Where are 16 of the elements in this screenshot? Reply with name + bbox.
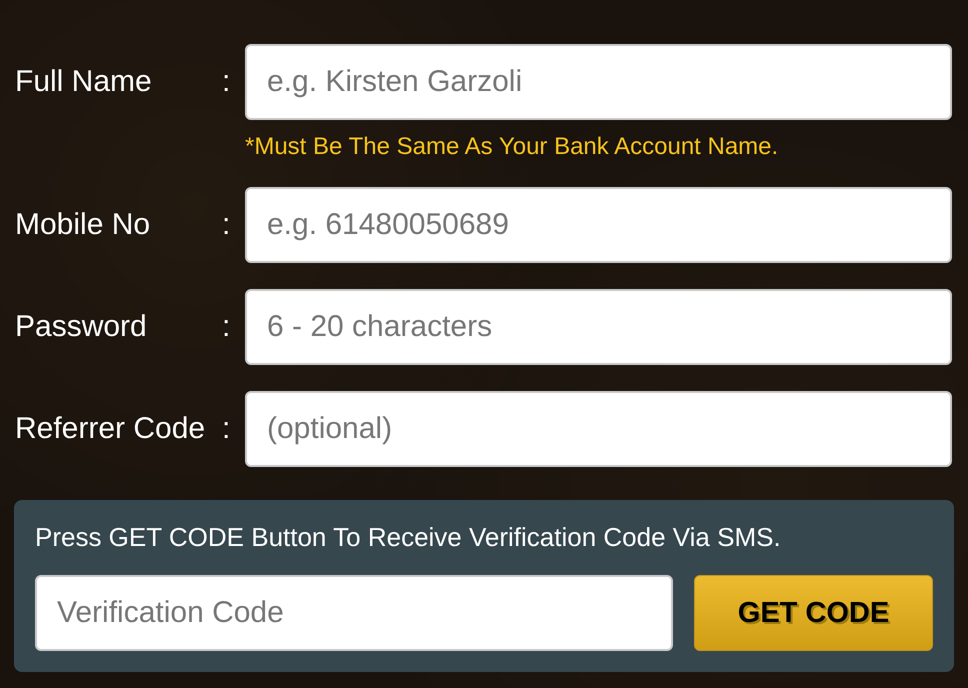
instruction-text: Press GET CODE Button To Receive Verification Code Via SMS. (35, 521, 782, 554)
input-field[interactable]: 6 - 20 characters (245, 289, 952, 365)
get-code-button[interactable]: GET CODE (694, 575, 933, 651)
input-field[interactable]: e.g. Kirsten Garzoli (245, 44, 952, 120)
field-label: Mobile No (15, 207, 152, 243)
label-colon: : (221, 64, 230, 100)
label-colon: : (221, 309, 230, 345)
hint-text: *Must Be The Same As Your Bank Account Name. (245, 133, 780, 161)
verification-code-field[interactable]: Verification Code (35, 575, 673, 651)
field-label: Referrer Code (15, 411, 206, 447)
field-label: Password (15, 309, 148, 345)
label-colon: : (221, 207, 230, 243)
label-colon: : (221, 411, 230, 447)
input-field[interactable]: e.g. 61480050689 (245, 187, 952, 263)
field-label: Full Name (15, 64, 153, 100)
input-field[interactable]: (optional) (245, 391, 952, 467)
